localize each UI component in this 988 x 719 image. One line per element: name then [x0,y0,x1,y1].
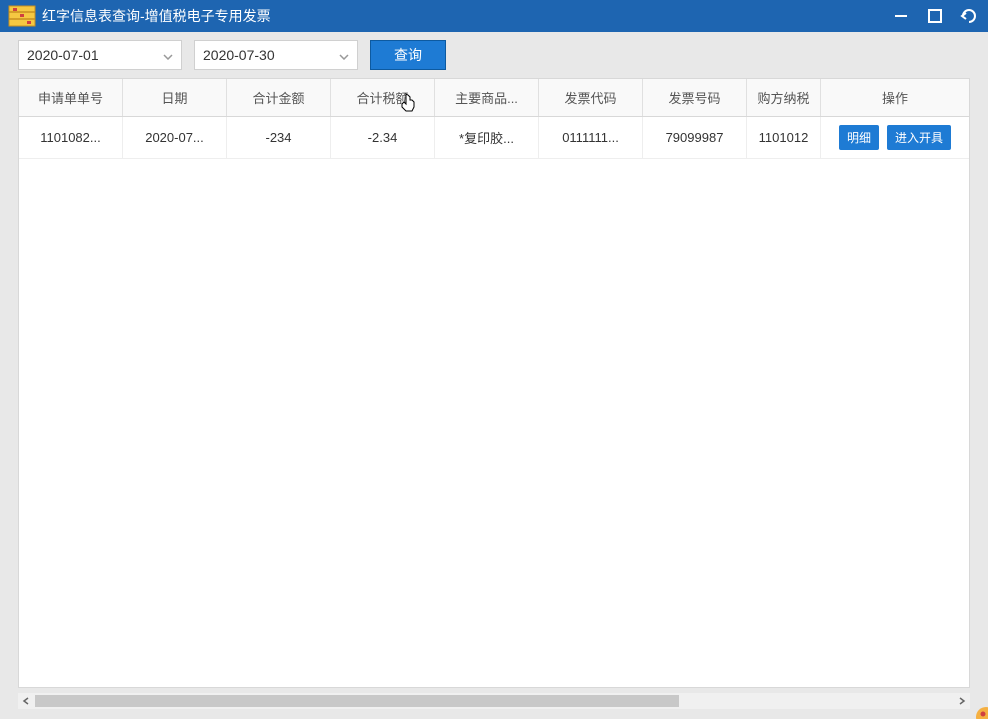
cell-date: 2020-07... [123,117,227,158]
scroll-right-icon[interactable] [954,693,970,709]
app-icon [8,4,36,28]
date-to-select[interactable]: 2020-07-30 [194,40,358,70]
th-request-no[interactable]: 申请单单号 [19,79,123,116]
cell-invoice-code: 0111111... [539,117,643,158]
th-invoice-code[interactable]: 发票代码 [539,79,643,116]
detail-button[interactable]: 明细 [839,125,879,150]
date-from-value: 2020-07-01 [27,47,99,63]
th-main-product[interactable]: 主要商品... [435,79,539,116]
window-controls [890,5,980,27]
window-title: 红字信息表查询-增值税电子专用发票 [42,6,890,26]
th-date[interactable]: 日期 [123,79,227,116]
chevron-down-icon [163,47,173,63]
th-total-amount[interactable]: 合计金额 [227,79,331,116]
filter-bar: 2020-07-01 2020-07-30 查询 [18,40,970,70]
corner-notification-icon[interactable] [972,703,988,719]
back-icon[interactable] [958,5,980,27]
th-action: 操作 [821,79,969,116]
scrollbar-thumb[interactable] [35,695,679,707]
cell-main-product: *复印胶... [435,117,539,158]
minimize-icon[interactable] [890,5,912,27]
horizontal-scrollbar[interactable] [18,693,970,709]
date-to-value: 2020-07-30 [203,47,275,63]
cell-actions: 明细 进入开具 [821,117,969,158]
cell-total-amount: -234 [227,117,331,158]
scroll-left-icon[interactable] [18,693,34,709]
table-row[interactable]: 1101082... 2020-07... -234 -2.34 *复印胶...… [19,117,969,159]
cell-request-no: 1101082... [19,117,123,158]
date-from-select[interactable]: 2020-07-01 [18,40,182,70]
enter-issue-button[interactable]: 进入开具 [887,125,951,150]
th-invoice-no[interactable]: 发票号码 [643,79,747,116]
table-header: 申请单单号 日期 合计金额 合计税额 主要商品... 发票代码 发票号码 购方纳… [19,79,969,117]
query-button-label: 查询 [394,45,422,65]
chevron-down-icon [339,47,349,63]
th-buyer-tax[interactable]: 购方纳税 [747,79,821,116]
cell-total-tax: -2.34 [331,117,435,158]
scrollbar-track[interactable] [34,694,954,708]
title-bar: 红字信息表查询-增值税电子专用发票 [0,0,988,32]
th-total-tax[interactable]: 合计税额 [331,79,435,116]
content-area: 2020-07-01 2020-07-30 查询 申请单单号 日期 合计金额 合… [0,32,988,719]
data-table: 申请单单号 日期 合计金额 合计税额 主要商品... 发票代码 发票号码 购方纳… [18,78,970,688]
query-button[interactable]: 查询 [370,40,446,70]
cell-invoice-no: 79099987 [643,117,747,158]
maximize-icon[interactable] [924,5,946,27]
cell-buyer-tax: 1101012 [747,117,821,158]
